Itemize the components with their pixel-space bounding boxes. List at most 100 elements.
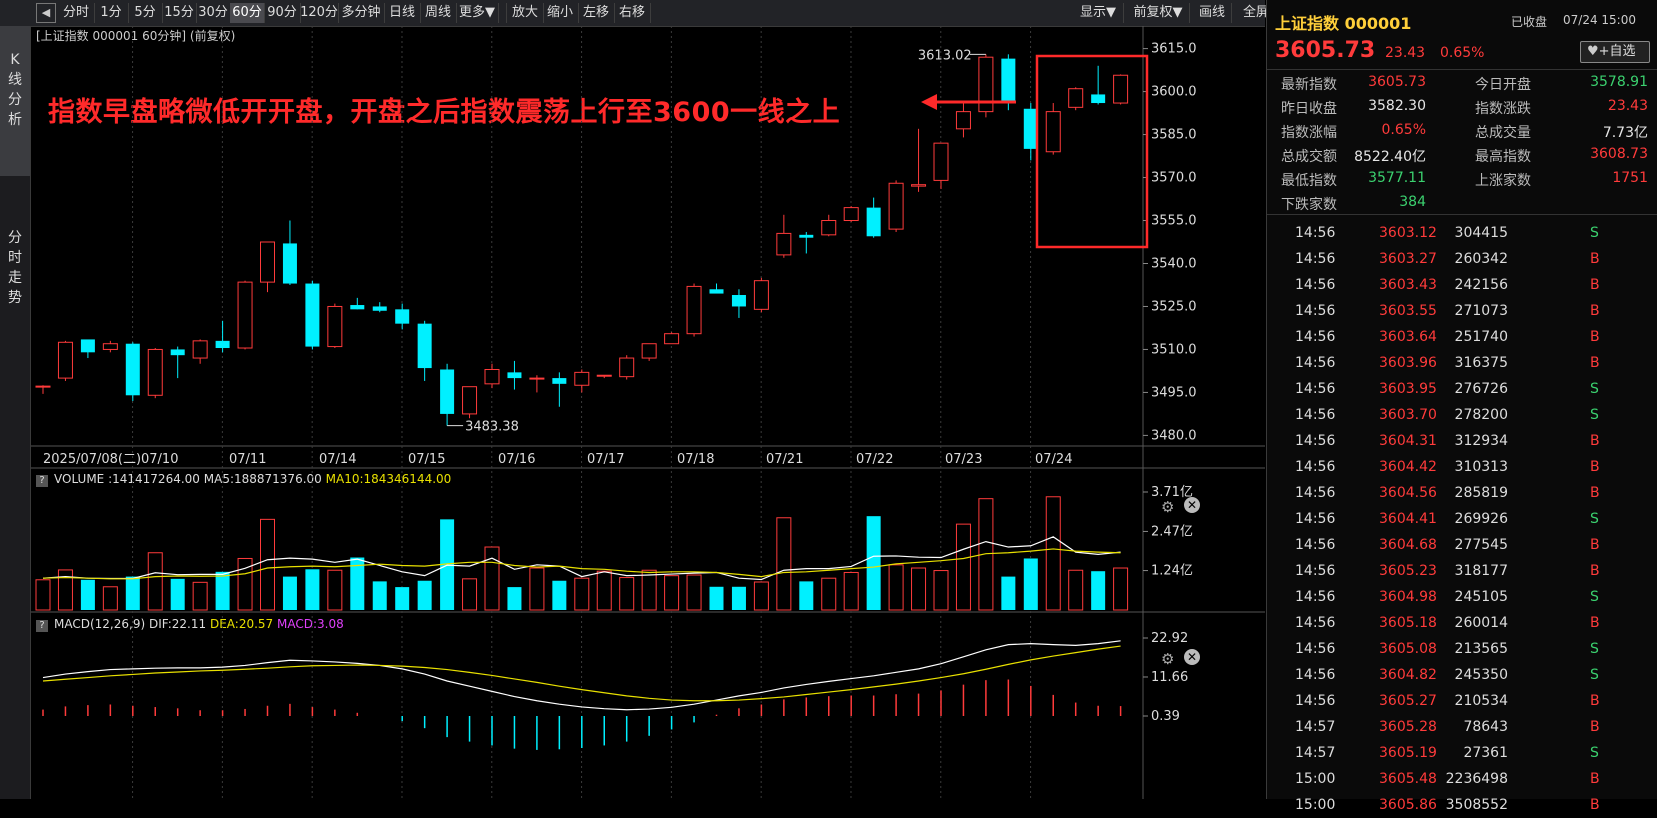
y-tick-label: 3510.0 [1151,342,1197,357]
tick-volume: 251740 [1454,329,1508,345]
tick-time: 14:57 [1295,719,1336,735]
period-button[interactable]: 缩小 [542,3,579,23]
tab-kline-analysis[interactable]: K线分析 [0,26,30,176]
back-icon[interactable]: ◀ [36,3,56,23]
volume-bar [372,581,387,610]
volume-bar [619,577,635,611]
macd-y-tick-label: 0.39 [1151,709,1180,724]
period-button[interactable]: 右移 [614,3,651,23]
period-button[interactable]: 120分 [300,3,339,23]
candle-body [799,234,814,238]
tick-row: 14:57 3605.19 27361 S [1267,740,1657,766]
tick-row: 14:56 3603.55 271073 B [1267,298,1657,324]
quote-field-value: 0.65% [1381,122,1426,138]
add-watchlist-button[interactable]: ♥+自选 [1580,41,1650,63]
tick-price: 3605.27 [1379,693,1437,709]
tick-row: 14:56 3604.56 285819 B [1267,480,1657,506]
period-button[interactable]: 周线 [420,3,457,23]
volume-bar [260,518,275,611]
quote-title: 上证指数 000001 [1275,14,1412,33]
volume-bar [215,571,230,610]
tick-side: B [1590,693,1600,709]
candle-body [372,306,387,311]
market-status: 已收盘 [1511,15,1548,29]
period-button[interactable]: 左移 [578,3,615,23]
x-tick-label: 07/23 [945,452,982,467]
period-button[interactable]: 放大 [506,3,544,23]
tick-side: S [1590,589,1599,605]
macd-y-tick-label: 11.66 [1151,670,1188,685]
y-tick-label: 3585.0 [1151,128,1197,143]
volume-bar [664,575,680,611]
volume-bar [507,587,522,610]
quote-field-label: 最新指数 [1281,77,1337,93]
period-button[interactable]: 30分 [196,3,231,23]
volume-bar [395,587,410,610]
quote-field-label: 下跌家数 [1281,197,1337,213]
candle-body [484,369,500,385]
candle-body [440,369,455,414]
tick-row: 14:56 3603.64 251740 B [1267,324,1657,350]
tick-time: 14:56 [1295,667,1336,683]
period-button[interactable]: 多分钟 [338,3,385,23]
tick-side: B [1590,771,1600,787]
tick-volume: 312934 [1454,433,1508,449]
y-tick-label: 3540.0 [1151,256,1197,271]
volume-bar [1045,496,1061,611]
candle-body [282,243,297,284]
period-button[interactable]: 分时 [58,3,95,23]
tick-volume: 276726 [1454,381,1508,397]
tab-intraday-trend[interactable]: 分时走势 [0,222,30,352]
tick-volume: 318177 [1454,563,1508,579]
x-tick-label: 07/18 [677,452,714,467]
tick-side: B [1590,251,1600,267]
tick-time: 14:56 [1295,329,1336,345]
x-tick-label: 07/11 [229,452,266,467]
toolbar-right-button[interactable]: 显示▼ [1073,3,1124,23]
y-tick-label: 3555.0 [1151,214,1197,229]
candle-body [596,374,612,377]
period-button[interactable]: 90分 [264,3,301,23]
y-tick-label: 3570.0 [1151,171,1197,186]
period-button[interactable]: 15分 [162,3,197,23]
tick-price: 3603.64 [1379,329,1437,345]
tick-price: 3604.98 [1379,589,1437,605]
tick-side: S [1590,407,1599,423]
period-button[interactable]: 1分 [94,3,129,23]
period-button[interactable]: 5分 [128,3,163,23]
tick-price: 3603.12 [1379,225,1437,241]
tick-side: B [1590,433,1600,449]
tick-volume: 260014 [1454,615,1508,631]
tick-row: 14:56 3603.70 278200 S [1267,402,1657,428]
y-tick-label: 3495.0 [1151,385,1197,400]
period-button[interactable]: 更多▼ [456,3,499,23]
tick-side: B [1590,615,1600,631]
max-price-label: 3613.02 [918,48,972,63]
volume-bar [147,552,163,611]
period-button[interactable]: 60分 [230,3,265,23]
tick-row: 14:57 3605.28 78643 B [1267,714,1657,740]
quote-field-label: 指数涨跌 [1475,101,1531,117]
candle-body [1045,111,1061,153]
volume-bar [955,523,971,611]
tick-side: B [1590,277,1600,293]
tick-price: 3604.68 [1379,537,1437,553]
toolbar-right-button[interactable]: 画线 [1193,3,1232,23]
period-button[interactable]: 日线 [384,3,421,23]
toolbar-right-button[interactable]: 前复权▼ [1127,3,1190,23]
candle-body [1068,88,1084,108]
tick-time: 14:56 [1295,537,1336,553]
candle-body [507,372,522,379]
quote-panel: 上证指数 000001 已收盘 07/24 15:00 3605.73 23.4… [1266,0,1657,813]
x-tick-label: 07/21 [766,452,803,467]
tick-row: 14:56 3604.31 312934 B [1267,428,1657,454]
tick-row: 14:56 3603.96 316375 B [1267,350,1657,376]
volume-y-tick-label: 1.24亿 [1151,564,1193,579]
price-change: 23.43 [1385,45,1426,61]
tick-time: 14:56 [1295,225,1336,241]
tick-time: 15:00 [1295,797,1336,813]
candle-body [619,357,635,378]
quote-field-value: 3582.30 [1368,98,1426,114]
candle-body [462,386,478,415]
tick-volume: 2236498 [1445,771,1508,787]
